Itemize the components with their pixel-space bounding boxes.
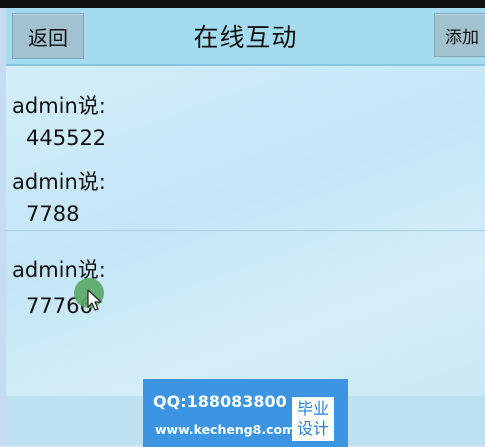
- watermark-banner: QQ:188083800 www.kecheng8.com 毕业 设计: [143, 379, 348, 447]
- title-bar: 在线互动 返回 添加: [6, 8, 485, 66]
- app-screen: 在线互动 返回 添加 admin说: 445522 admin说: 7788 a…: [6, 8, 485, 447]
- badge-line-2: 设计: [296, 419, 329, 438]
- message-text: 445522: [26, 126, 107, 150]
- badge-line-1: 毕业: [296, 399, 329, 418]
- message-author: admin说:: [12, 170, 106, 194]
- list-divider: [6, 230, 485, 231]
- back-button[interactable]: 返回: [12, 13, 84, 59]
- mouse-pointer-icon: [87, 289, 102, 311]
- status-bar: [0, 0, 485, 8]
- message-text: 7788: [26, 202, 80, 226]
- message-author: admin说:: [12, 94, 106, 118]
- watermark-url: www.kecheng8.com: [155, 422, 296, 437]
- watermark-badge: 毕业 设计: [292, 397, 334, 441]
- watermark-qq: QQ:188083800: [153, 392, 287, 411]
- add-button[interactable]: 添加: [434, 13, 485, 57]
